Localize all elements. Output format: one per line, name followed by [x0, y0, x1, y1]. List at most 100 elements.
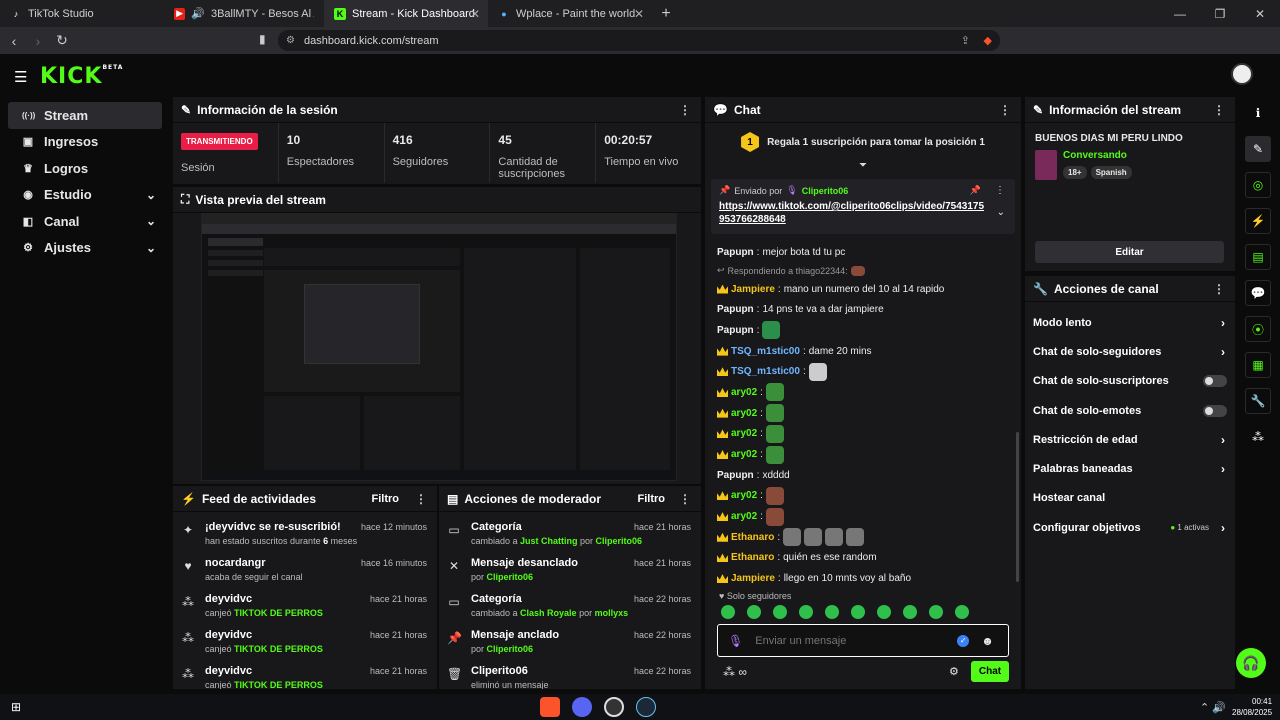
- toggle-switch[interactable]: [1203, 404, 1227, 417]
- forward-icon[interactable]: ›: [28, 33, 48, 49]
- discord-app-icon[interactable]: [572, 697, 592, 717]
- more-options-icon[interactable]: ⋮: [415, 492, 427, 506]
- sidebar-item-stream[interactable]: ((·)) Stream: [8, 102, 162, 129]
- chat-message[interactable]: Jampiere: llego en 10 mnts voy al baño: [705, 568, 1021, 589]
- browser-tab-kick[interactable]: K Stream - Kick Dashboard ✕: [324, 0, 488, 27]
- sidebar-item-estudio[interactable]: ◉ Estudio ⌄: [8, 182, 162, 209]
- emote-shortcut[interactable]: [747, 605, 761, 619]
- target-icon[interactable]: ◎: [1245, 172, 1271, 198]
- chat-message[interactable]: ary02:: [705, 444, 1021, 465]
- channel-action-item[interactable]: Chat de solo-suscriptores: [1025, 367, 1235, 396]
- info-icon[interactable]: ℹ: [1245, 100, 1271, 126]
- hamburger-icon[interactable]: ☰: [14, 68, 27, 86]
- scrollbar[interactable]: [1016, 432, 1019, 582]
- collapse-icon[interactable]: ⏷: [705, 161, 1021, 173]
- broadcast-icon[interactable]: ⦿: [1245, 316, 1271, 342]
- chat-message[interactable]: ary02:: [705, 403, 1021, 424]
- pin-icon[interactable]: 📌: [970, 185, 981, 196]
- sidebar-item-ajustes[interactable]: ⚙ Ajustes ⌄: [8, 235, 162, 262]
- points-icon[interactable]: ⁂ ∞: [723, 665, 747, 679]
- windows-start-icon[interactable]: ⊞: [11, 700, 21, 714]
- emote-shortcut[interactable]: [721, 605, 735, 619]
- channel-action-item[interactable]: Hostear canal: [1025, 484, 1235, 513]
- more-options-icon[interactable]: ⋮: [679, 103, 691, 117]
- browser-tab-wplace[interactable]: ● Wplace - Paint the world ✕: [488, 0, 652, 27]
- emote-shortcut[interactable]: [825, 605, 839, 619]
- wrench-icon[interactable]: 🔧: [1245, 388, 1271, 414]
- chat-message[interactable]: ary02:: [705, 486, 1021, 507]
- channel-action-item[interactable]: Chat de solo-seguidores ›: [1025, 337, 1235, 366]
- chat-message[interactable]: Papupn:14 pns te va a dar jampiere: [705, 299, 1021, 320]
- support-button[interactable]: 🎧: [1236, 648, 1266, 678]
- emote-shortcut[interactable]: [877, 605, 891, 619]
- kick-logo[interactable]: KICKBETA: [40, 64, 123, 89]
- gear-icon[interactable]: ⚙: [949, 665, 959, 678]
- edit-stream-button[interactable]: Editar: [1035, 241, 1224, 263]
- back-icon[interactable]: ‹: [4, 33, 24, 49]
- more-options-icon[interactable]: ⋮: [1213, 103, 1225, 117]
- steam-app-icon[interactable]: [636, 697, 656, 717]
- chat-input[interactable]: [755, 634, 946, 647]
- chat-message[interactable]: ary02:: [705, 506, 1021, 527]
- document-icon[interactable]: ▤: [1245, 244, 1271, 270]
- gift-leaderboard[interactable]: 1 Regala 1 suscripción para tomar la pos…: [705, 123, 1021, 161]
- pinned-message[interactable]: 📌 Enviado por 🎙 Cliperito06 https://www.tik…: [711, 179, 1015, 234]
- channel-action-item[interactable]: Restricción de edad ›: [1025, 425, 1235, 454]
- toggle-switch[interactable]: [1203, 375, 1227, 388]
- close-tab-icon[interactable]: ✕: [634, 7, 644, 21]
- more-options-icon[interactable]: ⋮: [999, 103, 1011, 117]
- more-options-icon[interactable]: ⋮: [679, 492, 691, 506]
- emote-shortcut[interactable]: [955, 605, 969, 619]
- layout-icon[interactable]: ▦: [1245, 352, 1271, 378]
- emote-shortcut[interactable]: [799, 605, 813, 619]
- filter-button[interactable]: Filtro: [372, 493, 400, 505]
- chat-message[interactable]: Papupn: xdddd: [705, 465, 1021, 486]
- channel-action-item[interactable]: Modo lento ›: [1025, 308, 1235, 337]
- chat-message[interactable]: Ethanaro: quién es ese random: [705, 548, 1021, 569]
- obs-app-icon[interactable]: [604, 697, 624, 717]
- brave-shield-icon[interactable]: ◆: [984, 34, 992, 47]
- brave-app-icon[interactable]: [540, 697, 560, 717]
- mic-icon[interactable]: 🎙: [728, 634, 743, 648]
- sidebar-item-logros[interactable]: ♛ Logros: [8, 155, 162, 182]
- chat-message[interactable]: ary02:: [705, 382, 1021, 403]
- chat-message[interactable]: Ethanaro:: [705, 527, 1021, 548]
- chevron-down-icon[interactable]: ⌄: [997, 207, 1005, 218]
- edit-icon[interactable]: ✎: [1245, 136, 1271, 162]
- chat-send-button[interactable]: Chat: [971, 661, 1009, 682]
- browser-tab-tiktok[interactable]: ♪ TikTok Studio: [0, 0, 164, 27]
- chat-message[interactable]: TSQ_m1stic00:: [705, 361, 1021, 382]
- channel-action-item[interactable]: Configurar objetivos ● 1 activas ›: [1025, 513, 1235, 542]
- stream-category[interactable]: Conversando: [1063, 150, 1132, 161]
- bookmark-icon[interactable]: ▮: [259, 32, 266, 46]
- tray-icons[interactable]: ⌃ 🔊: [1200, 701, 1226, 714]
- chat-message[interactable]: Papupn:: [705, 320, 1021, 341]
- channel-action-item[interactable]: Palabras baneadas ›: [1025, 454, 1235, 483]
- sidebar-item-canal[interactable]: ◧ Canal ⌄: [8, 208, 162, 235]
- chat-input-box[interactable]: 🎙 ✓ ☻: [717, 624, 1009, 657]
- close-window-icon[interactable]: ✕: [1240, 0, 1280, 27]
- filter-button[interactable]: Filtro: [638, 493, 666, 505]
- emote-shortcut[interactable]: [929, 605, 943, 619]
- chat-message[interactable]: Jampiere: mano un numero del 10 al 14 rap…: [705, 279, 1021, 300]
- site-info-icon[interactable]: ⚙: [286, 35, 295, 46]
- chat-message[interactable]: Papupn: mejor bota td tu pc: [705, 242, 1021, 263]
- avatar[interactable]: [1231, 63, 1253, 85]
- chat-icon[interactable]: 💬: [1245, 280, 1271, 306]
- minimize-icon[interactable]: —: [1160, 0, 1200, 27]
- pinned-link[interactable]: https://www.tiktok.com/@cliperito06clips…: [719, 200, 989, 226]
- channel-action-item[interactable]: Chat de solo-emotes: [1025, 396, 1235, 425]
- close-tab-icon[interactable]: ✕: [470, 7, 480, 21]
- emote-shortcut[interactable]: [851, 605, 865, 619]
- lightning-icon[interactable]: ⚡: [1245, 208, 1271, 234]
- reload-icon[interactable]: ↻: [52, 32, 72, 49]
- chat-message[interactable]: ary02:: [705, 424, 1021, 445]
- more-options-icon[interactable]: ⋮: [1213, 282, 1225, 296]
- new-tab-button[interactable]: +: [652, 5, 680, 23]
- share-icon[interactable]: ⇪: [961, 34, 970, 47]
- url-field[interactable]: ⚙ dashboard.kick.com/stream ⇪ ◆: [278, 30, 1000, 51]
- more-options-icon[interactable]: ⋮: [995, 185, 1005, 196]
- points-icon[interactable]: ⁂: [1245, 424, 1271, 450]
- stream-preview-video[interactable]: [201, 213, 677, 481]
- browser-tab-youtube[interactable]: ▶🔊3BallMTY - Besos Al Aire ft. Amén: [164, 0, 324, 27]
